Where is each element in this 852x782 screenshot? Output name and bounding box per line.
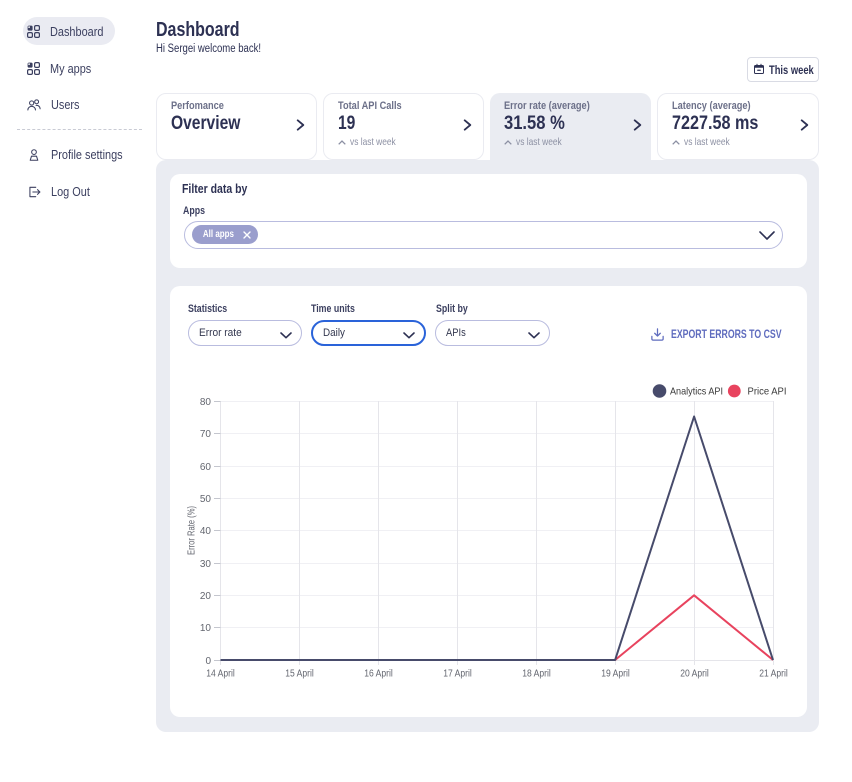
svg-text:Error Rate (%): Error Rate (%) xyxy=(187,506,198,555)
svg-text:15 April: 15 April xyxy=(285,669,314,680)
svg-text:40: 40 xyxy=(200,526,212,537)
svg-text:Analytics API: Analytics API xyxy=(670,386,723,398)
svg-text:Price API: Price API xyxy=(748,386,787,398)
svg-text:14 April: 14 April xyxy=(206,669,235,680)
svg-text:30: 30 xyxy=(200,559,212,570)
svg-text:70: 70 xyxy=(200,429,212,440)
svg-text:10: 10 xyxy=(200,623,212,634)
svg-text:20: 20 xyxy=(200,591,212,602)
svg-text:19 April: 19 April xyxy=(601,669,630,680)
svg-text:17 April: 17 April xyxy=(443,669,472,680)
svg-text:50: 50 xyxy=(200,494,212,505)
svg-text:0: 0 xyxy=(205,656,211,667)
svg-text:60: 60 xyxy=(200,462,212,473)
svg-text:20 April: 20 April xyxy=(680,669,709,680)
svg-text:21 April: 21 April xyxy=(759,669,788,680)
svg-text:16 April: 16 April xyxy=(364,669,393,680)
svg-text:18 April: 18 April xyxy=(522,669,551,680)
svg-text:80: 80 xyxy=(200,397,212,408)
